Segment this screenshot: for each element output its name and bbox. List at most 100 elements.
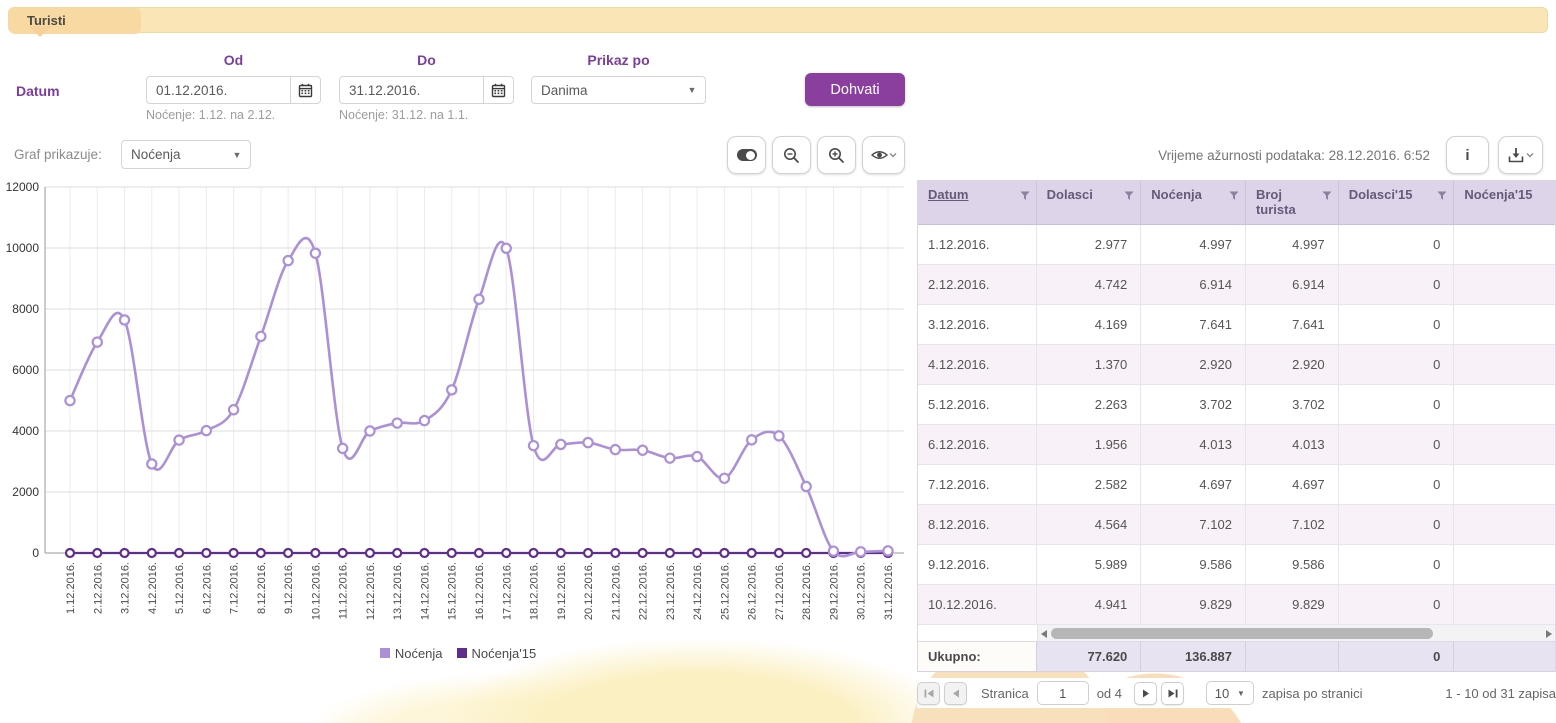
first-page-button[interactable] (917, 682, 940, 705)
table-header-row: Datum DolasciNoćenjaBroj turistaDolasci'1… (918, 181, 1555, 225)
filter-icon[interactable] (1437, 188, 1447, 205)
cell-value: 1.956 (1037, 425, 1142, 465)
cell-datum: 1.12.2016. (918, 225, 1037, 265)
cell-value: 4.697 (1141, 465, 1246, 505)
cell-value (1454, 345, 1555, 385)
legend-item[interactable]: Noćenja'15 (457, 646, 537, 661)
table-row[interactable]: 10.12.2016.4.9419.8299.8290 (918, 585, 1555, 625)
cell-value: 1.370 (1037, 345, 1142, 385)
table-row[interactable]: 2.12.2016.4.7426.9146.9140 (918, 265, 1555, 305)
total-value: 136.887 (1141, 642, 1246, 671)
chart-legend: Noćenja Noćenja'15 (6, 646, 910, 661)
cell-value: 3.702 (1246, 385, 1339, 425)
series-visibility-button[interactable] (862, 136, 905, 174)
date-from-field[interactable]: 01.12.2016. (146, 76, 321, 104)
cell-value: 2.920 (1141, 345, 1246, 385)
column-header-broj-turista[interactable]: Broj turista (1246, 181, 1339, 224)
do-label: Do (339, 52, 514, 68)
cell-value: 5.989 (1037, 545, 1142, 585)
cell-value (1454, 585, 1555, 625)
chart-toggle-button[interactable] (727, 136, 766, 174)
table-row[interactable]: 9.12.2016.5.9899.5869.5860 (918, 545, 1555, 585)
svg-text:9.12.2016.: 9.12.2016. (283, 562, 295, 614)
table-row[interactable]: 6.12.2016.1.9564.0134.0130 (918, 425, 1555, 465)
horizontal-scrollbar[interactable] (1037, 625, 1555, 641)
table-row[interactable]: 8.12.2016.4.5647.1027.1020 (918, 505, 1555, 545)
top-bar: Turisti (8, 7, 1548, 33)
records-range-label: 1 - 10 od 31 zapisa (1445, 686, 1556, 701)
prikaz-po-select[interactable]: Danima ▼ (531, 76, 706, 104)
zoom-in-icon (828, 147, 845, 164)
filter-icon[interactable] (1020, 188, 1030, 205)
date-to-value[interactable]: 31.12.2016. (340, 83, 483, 98)
cell-value: 0 (1339, 265, 1455, 305)
zoom-out-button[interactable] (772, 136, 811, 174)
table-row[interactable]: 5.12.2016.2.2633.7023.7020 (918, 385, 1555, 425)
column-header-no-enja-15[interactable]: Noćenja'15 (1454, 181, 1555, 224)
table-row[interactable]: 4.12.2016.1.3702.9202.9200 (918, 345, 1555, 385)
dohvati-button[interactable]: Dohvati (805, 73, 905, 106)
cell-datum: 6.12.2016. (918, 425, 1037, 465)
cell-value: 9.586 (1141, 545, 1246, 585)
filter-icon[interactable] (1322, 188, 1332, 205)
datum-label: Datum (16, 83, 60, 99)
svg-text:3.12.2016.: 3.12.2016. (120, 562, 132, 614)
filter-icon[interactable] (1124, 188, 1134, 205)
column-header-datum[interactable]: Datum (918, 181, 1037, 224)
graf-prikazuje-value: Noćenja (122, 147, 224, 162)
scroll-left-icon[interactable] (1038, 625, 1050, 642)
svg-text:18.12.2016.: 18.12.2016. (529, 562, 541, 620)
svg-text:24.12.2016.: 24.12.2016. (692, 562, 704, 620)
legend-item[interactable]: Noćenja (380, 646, 443, 661)
column-header-no-enja[interactable]: Noćenja (1141, 181, 1246, 224)
line-chart[interactable]: 0200040006000800010000120001.12.2016.2.1… (6, 180, 910, 645)
cell-value: 6.914 (1246, 265, 1339, 305)
page-number-input[interactable] (1037, 681, 1089, 705)
info-button[interactable]: i (1446, 136, 1489, 174)
cell-value: 3.702 (1141, 385, 1246, 425)
graf-prikazuje-select[interactable]: Noćenja ▼ (121, 140, 251, 169)
date-from-value[interactable]: 01.12.2016. (147, 83, 290, 98)
data-table: Datum DolasciNoćenjaBroj turistaDolasci'1… (917, 180, 1556, 672)
cell-value: 0 (1339, 545, 1455, 585)
column-header-dolasci-15[interactable]: Dolasci'15 (1339, 181, 1455, 224)
cell-value: 9.829 (1141, 585, 1246, 625)
cell-value: 7.102 (1246, 505, 1339, 545)
next-page-button[interactable] (1134, 682, 1157, 705)
cell-value: 4.697 (1246, 465, 1339, 505)
date-to-field[interactable]: 31.12.2016. (339, 76, 514, 104)
svg-text:7.12.2016.: 7.12.2016. (229, 562, 241, 614)
download-icon (1508, 147, 1534, 164)
cell-value: 0 (1339, 225, 1455, 265)
cell-value: 4.742 (1037, 265, 1142, 305)
svg-text:2.12.2016.: 2.12.2016. (92, 562, 104, 614)
legend-label: Noćenja (395, 646, 443, 661)
cell-value: 0 (1339, 585, 1455, 625)
cell-value: 4.941 (1037, 585, 1142, 625)
page-size-select[interactable]: 10 ▼ (1206, 681, 1254, 705)
cell-value: 2.920 (1246, 345, 1339, 385)
table-row[interactable]: 1.12.2016.2.9774.9974.9970 (918, 225, 1555, 265)
scroll-right-icon[interactable] (1543, 625, 1555, 642)
last-page-button[interactable] (1161, 682, 1184, 705)
per-page-label: zapisa po stranici (1262, 686, 1362, 701)
legend-label: Noćenja'15 (472, 646, 537, 661)
filter-icon[interactable] (1229, 188, 1239, 205)
scrollbar-thumb[interactable] (1051, 628, 1433, 639)
calendar-icon[interactable] (483, 77, 513, 103)
column-label: Datum (928, 188, 968, 203)
svg-text:0: 0 (32, 546, 39, 560)
cell-value: 2.263 (1037, 385, 1142, 425)
download-button[interactable] (1498, 136, 1543, 174)
date-to-hint: Noćenje: 31.12. na 1.1. (339, 108, 468, 122)
calendar-icon[interactable] (290, 77, 320, 103)
zoom-in-button[interactable] (817, 136, 856, 174)
svg-text:5.12.2016.: 5.12.2016. (174, 562, 186, 614)
prev-page-button[interactable] (944, 682, 967, 705)
column-header-dolasci[interactable]: Dolasci (1037, 181, 1142, 224)
svg-text:4000: 4000 (12, 424, 39, 438)
cell-datum: 3.12.2016. (918, 305, 1037, 345)
table-row[interactable]: 3.12.2016.4.1697.6417.6410 (918, 305, 1555, 345)
svg-text:10000: 10000 (6, 241, 39, 255)
table-row[interactable]: 7.12.2016.2.5824.6974.6970 (918, 465, 1555, 505)
